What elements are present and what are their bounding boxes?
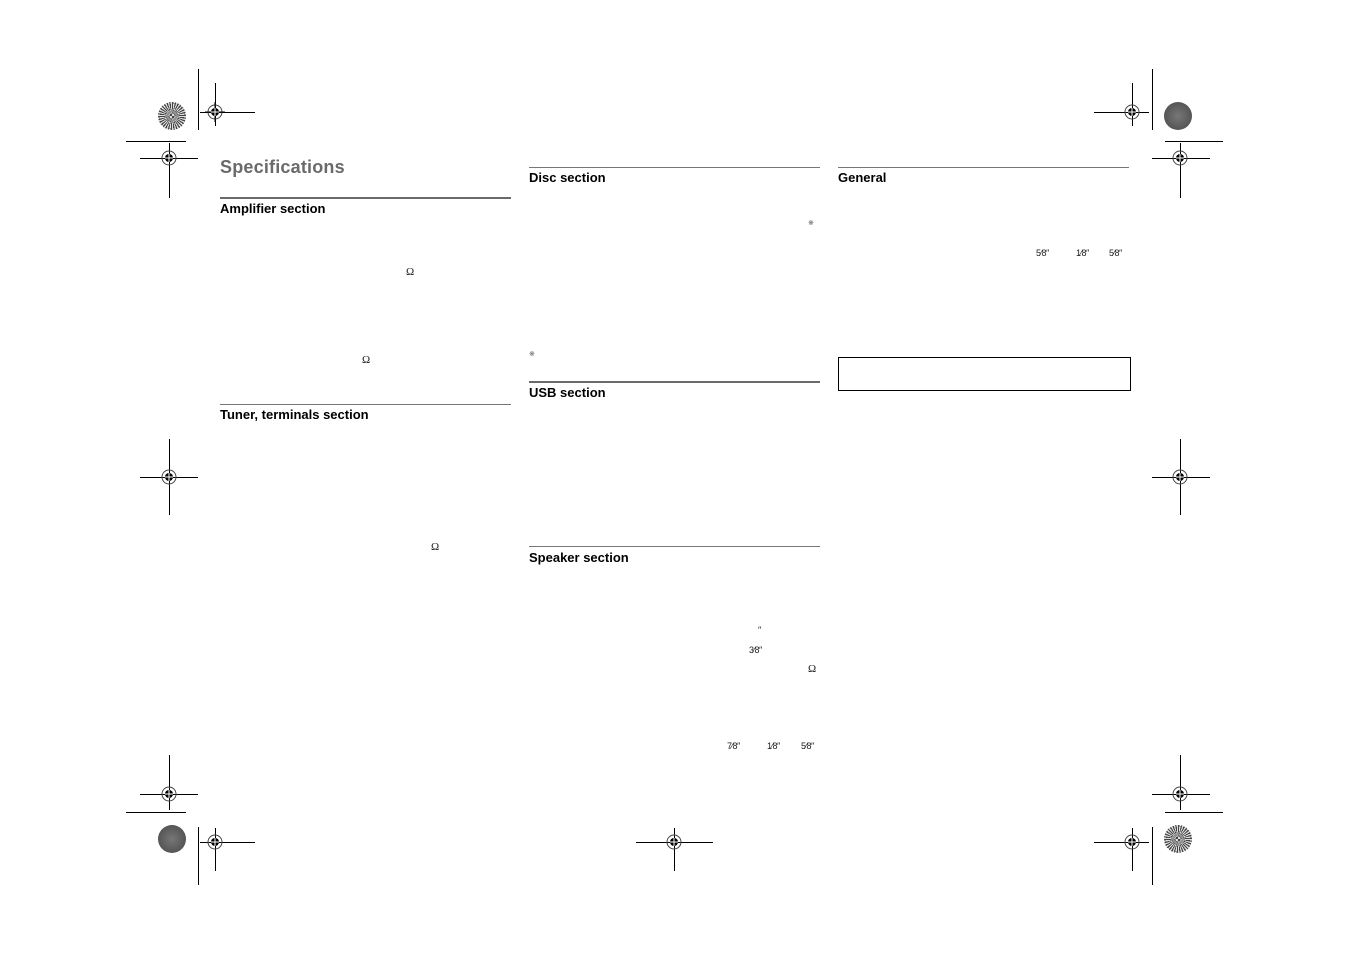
starburst-target-icon (158, 825, 186, 853)
registration-crosshair-icon (161, 469, 177, 485)
starburst-target-icon (1164, 825, 1192, 853)
fraction-value: 5⁄8″ (1109, 248, 1122, 258)
footnote-mark: ※ (529, 351, 535, 358)
crop-line (198, 827, 199, 885)
fraction-value: 1⁄8″ (767, 741, 780, 751)
starburst-target-icon (1164, 102, 1192, 130)
fraction-value: 3⁄8″ (749, 645, 762, 655)
inch-mark: ″ (758, 625, 761, 635)
registration-crosshair-icon (666, 834, 682, 850)
crop-line (126, 812, 186, 813)
ohm-symbol: Ω (808, 663, 817, 675)
crop-line (1165, 141, 1223, 142)
section-divider (220, 404, 511, 405)
section-heading-tuner-terminals: Tuner, terminals section (220, 407, 369, 422)
crop-line (1152, 69, 1153, 130)
section-divider (529, 546, 820, 547)
fraction-value: 7⁄8″ (727, 741, 740, 751)
fraction-value: 5⁄8″ (801, 741, 814, 751)
section-heading-speaker: Speaker section (529, 550, 629, 565)
registration-crosshair-icon (207, 834, 223, 850)
crop-line (1165, 812, 1223, 813)
page-title: Specifications (220, 157, 345, 177)
ohm-symbol: Ω (406, 266, 415, 278)
crop-line (198, 69, 199, 130)
ohm-symbol: Ω (362, 354, 371, 366)
section-heading-usb: USB section (529, 385, 606, 400)
section-divider (838, 167, 1129, 168)
ohm-symbol: Ω (431, 541, 440, 553)
section-divider (529, 381, 820, 383)
registration-crosshair-icon (1172, 150, 1188, 166)
section-divider (220, 197, 511, 199)
fraction-value: 1⁄8″ (1076, 248, 1089, 258)
footnote-mark: ※ (808, 220, 814, 227)
registration-crosshair-icon (205, 102, 225, 122)
registration-crosshair-icon (1124, 104, 1140, 120)
registration-crosshair-icon (1172, 786, 1188, 802)
starburst-target-icon (158, 102, 186, 130)
section-divider (529, 167, 820, 168)
section-heading-amplifier: Amplifier section (220, 201, 326, 216)
section-heading-disc: Disc section (529, 170, 606, 185)
registration-crosshair-icon (161, 150, 177, 166)
registration-crosshair-icon (1172, 469, 1188, 485)
crop-line (126, 141, 186, 142)
crop-line (1152, 827, 1153, 885)
registration-crosshair-icon (1124, 834, 1140, 850)
note-box (838, 357, 1131, 391)
section-heading-general: General (838, 170, 887, 185)
registration-crosshair-icon (161, 786, 177, 802)
fraction-value: 5⁄8″ (1036, 248, 1049, 258)
